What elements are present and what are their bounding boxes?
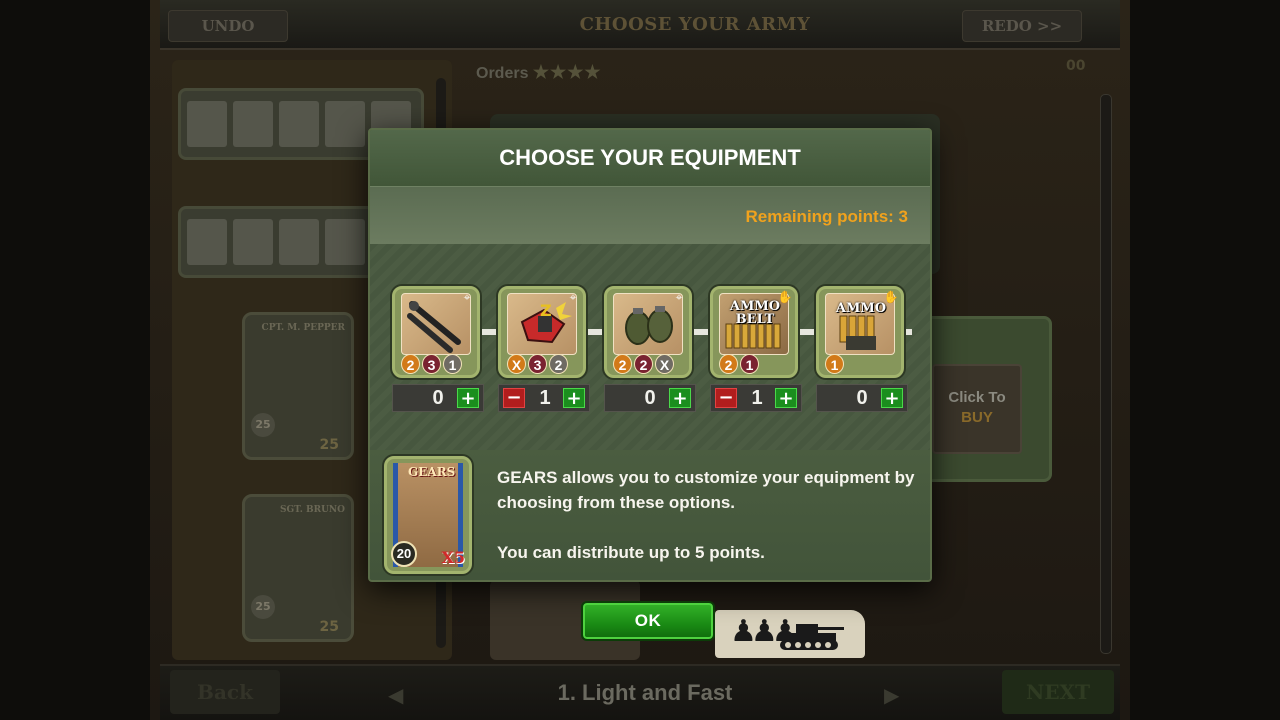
increment-button[interactable]: + (669, 388, 691, 408)
item-count: 0 (432, 387, 444, 409)
unit-card-cost: 25 (319, 437, 339, 453)
increment-button[interactable]: + (775, 388, 797, 408)
equipment-item-ammo-belt: AMMO BELT ✋ 2 1 − 1 + (710, 286, 802, 412)
equipment-item-grenades: ⌖ 2 2 X 0 + (604, 286, 696, 412)
stat-cost: 1 (443, 354, 462, 374)
remaining-points: Remaining points: 3 (745, 207, 908, 226)
gears-card: GEARS 20 X5 (384, 456, 472, 574)
tank-icon (780, 624, 844, 650)
crosshair-icon: ⌖ (463, 290, 471, 304)
stat-range: 3 (528, 354, 547, 374)
item-count: 1 (539, 387, 551, 409)
gears-card-label: GEARS (408, 465, 456, 479)
unit-card-name: CPT. M. PEPPER (261, 323, 345, 333)
unit-card-badge: 25 (251, 413, 275, 437)
info-line-2: You can distribute up to 5 points. (497, 543, 765, 562)
redo-button[interactable]: REDO >> (962, 10, 1082, 42)
orders-stars: ★★★★ (532, 62, 602, 82)
stat-attack: 2 (613, 354, 632, 374)
orders-label: Orders ★★★★ (476, 62, 601, 83)
increment-button[interactable]: + (457, 388, 479, 408)
coin-counter: 00 (1066, 58, 1086, 74)
increment-button[interactable]: + (563, 388, 585, 408)
orders-text: Orders (476, 65, 529, 82)
info-text: GEARS allows you to customize your equip… (497, 465, 917, 565)
item-stats: 2 1 (719, 354, 759, 374)
equipment-item-clubs: ⌖ 2 3 1 0 + (392, 286, 484, 412)
equipment-dialog: CHOOSE YOUR EQUIPMENT Remaining points: … (368, 128, 932, 582)
info-line-1: GEARS allows you to customize your equip… (497, 468, 915, 512)
back-button[interactable]: Back (170, 670, 280, 714)
item-count: 0 (856, 387, 868, 409)
unit-card-cost: 25 (319, 619, 339, 635)
increment-button[interactable]: + (881, 388, 903, 408)
decrement-button[interactable]: − (503, 388, 525, 408)
stat-range: 2 (634, 354, 653, 374)
equipment-card[interactable]: ⌖ 2 2 X (604, 286, 692, 378)
undo-button[interactable]: UNDO (168, 10, 288, 42)
equipment-card[interactable]: AMMO ✋ 1 (816, 286, 904, 378)
remaining-points-bar: Remaining points: 3 (370, 186, 930, 244)
unit-card-name: SGT. BRUNO (280, 505, 345, 515)
item-stats: 2 2 X (613, 354, 674, 374)
equipment-card[interactable]: ⌖ 2 3 1 (392, 286, 480, 378)
dialog-title: CHOOSE YOUR EQUIPMENT (499, 145, 801, 170)
gears-card-multiplier: X5 (441, 548, 465, 567)
next-button[interactable]: NEXT (1002, 670, 1114, 714)
stat-cost: 2 (549, 354, 568, 374)
item-count: 0 (644, 387, 656, 409)
equipment-item-mine: Z ⌖ X 3 2 − 1 + (498, 286, 590, 412)
stat-range: 1 (740, 354, 759, 374)
unit-card-badge: 25 (251, 595, 275, 619)
item-counter: 0 + (816, 384, 908, 412)
stat-range: 3 (422, 354, 441, 374)
click-to-buy-button[interactable]: Click To BUY (932, 364, 1022, 454)
stat-attack: 1 (825, 354, 844, 374)
ok-button[interactable]: OK (581, 601, 715, 641)
stat-attack: X (507, 354, 526, 374)
buy-line1: Click To (948, 389, 1006, 406)
gears-card-cost: 20 (391, 541, 417, 567)
hand-icon: ✋ (883, 290, 899, 304)
page-title: CHOOSE YOUR ARMY (579, 14, 811, 35)
item-counter: − 1 + (498, 384, 590, 412)
stat-attack: 2 (719, 354, 738, 374)
item-counter: 0 + (604, 384, 696, 412)
item-stats: 1 (825, 354, 844, 374)
unit-card-bruno[interactable]: SGT. BRUNO 25 25 (242, 494, 354, 642)
item-counter: − 1 + (710, 384, 802, 412)
item-counter: 0 + (392, 384, 484, 412)
item-count: 1 (751, 387, 763, 409)
svg-text:Z: Z (540, 301, 552, 320)
unit-card-pepper[interactable]: CPT. M. PEPPER 25 25 (242, 312, 354, 460)
equipment-card[interactable]: Z ⌖ X 3 2 (498, 286, 586, 378)
stat-cost: X (655, 354, 674, 374)
buy-line2: BUY (961, 409, 993, 426)
equipment-card[interactable]: AMMO BELT ✋ 2 1 (710, 286, 798, 378)
prev-formation-arrow-icon[interactable]: ◀ (388, 683, 403, 707)
crosshair-icon: ⌖ (569, 290, 577, 304)
equipment-item-ammo: AMMO ✋ 1 0 + (816, 286, 908, 412)
decrement-button[interactable]: − (715, 388, 737, 408)
next-formation-arrow-icon[interactable]: ▶ (884, 683, 899, 707)
item-stats: X 3 2 (507, 354, 568, 374)
item-stats: 2 3 1 (401, 354, 462, 374)
right-scrollbar[interactable] (1100, 94, 1112, 654)
crosshair-icon: ⌖ (675, 290, 683, 304)
stat-attack: 2 (401, 354, 420, 374)
hand-icon: ✋ (777, 290, 793, 304)
formation-name: 1. Light and Fast (557, 680, 733, 705)
